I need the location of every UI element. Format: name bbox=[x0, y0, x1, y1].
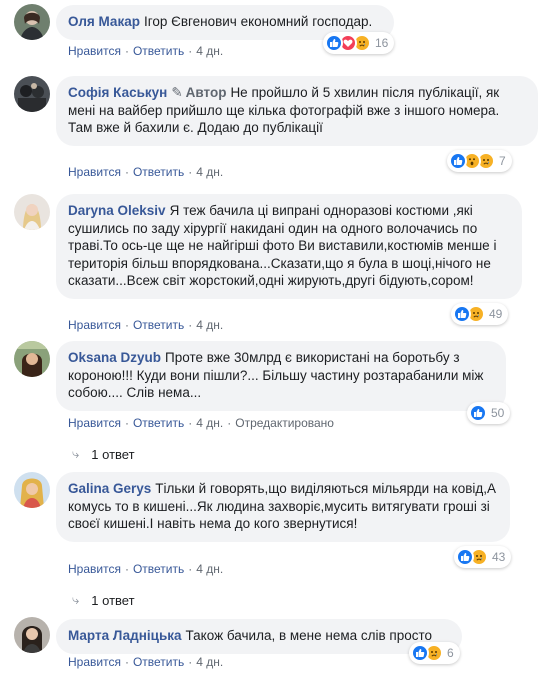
comment-text: Також бачила, в мене нема слів просто bbox=[185, 628, 433, 643]
author-name[interactable]: Марта Ладніцька bbox=[68, 628, 182, 643]
replies-count[interactable]: 1 ответ bbox=[91, 593, 134, 608]
pencil-icon: ✎ bbox=[171, 85, 183, 100]
comment-bubble: Марта Ладніцька Також бачила, в мене нема… bbox=[56, 619, 462, 654]
comment-actions: Нравится · Ответить · 4 дн. · Отредактировано bbox=[68, 416, 334, 430]
reaction-count: 49 bbox=[489, 307, 503, 321]
comment-actions: Нравится · Ответить · 4 дн. bbox=[68, 44, 224, 58]
like-link[interactable]: Нравится bbox=[68, 655, 121, 669]
comment-actions: Нравится · Ответить · 4 дн. bbox=[68, 655, 224, 669]
reply-arrow-icon: ⤷ bbox=[72, 446, 80, 461]
author-name[interactable]: Daryna Oleksiv bbox=[68, 203, 166, 218]
like-link[interactable]: Нравится bbox=[68, 165, 121, 179]
timestamp[interactable]: 4 дн. bbox=[196, 44, 223, 58]
author-badge-label: Автор bbox=[185, 85, 227, 100]
reply-link[interactable]: Ответить bbox=[133, 165, 184, 179]
avatar[interactable] bbox=[14, 4, 50, 40]
reactions-summary[interactable]: 43 bbox=[454, 546, 512, 568]
comment-text: Ігор Євгенович економний господар. bbox=[143, 14, 373, 29]
like-reaction-icon bbox=[456, 548, 474, 566]
reactions-summary[interactable]: 49 bbox=[451, 303, 509, 325]
comment-bubble: Galina Gerys Тільки й говорять,що виділяю… bbox=[56, 472, 510, 542]
reactions-summary[interactable]: 6 bbox=[409, 642, 460, 664]
reply-link[interactable]: Ответить bbox=[133, 416, 184, 430]
avatar[interactable] bbox=[14, 472, 50, 508]
reaction-count: 6 bbox=[447, 646, 454, 660]
like-reaction-icon bbox=[449, 152, 467, 170]
comment-bubble: Софія Каськун ✎ Автор Не пройшло й 5 хвилин… bbox=[56, 76, 538, 146]
edited-label[interactable]: Отредактировано bbox=[235, 416, 334, 430]
reply-link[interactable]: Ответить bbox=[133, 318, 184, 332]
like-link[interactable]: Нравится bbox=[68, 562, 121, 576]
avatar[interactable] bbox=[14, 341, 50, 377]
replies-count[interactable]: 1 ответ bbox=[91, 447, 134, 462]
reply-arrow-icon: ⤷ bbox=[72, 592, 80, 607]
reaction-count: 43 bbox=[492, 550, 506, 564]
reply-link[interactable]: Ответить bbox=[133, 44, 184, 58]
comment-actions: Нравится · Ответить · 4 дн. bbox=[68, 318, 224, 332]
author-name[interactable]: Оля Макар bbox=[68, 14, 140, 29]
reactions-summary[interactable]: 50 bbox=[467, 402, 511, 424]
author-name[interactable]: Oksana Dzyub bbox=[68, 350, 161, 365]
timestamp[interactable]: 4 дн. bbox=[196, 165, 223, 179]
like-link[interactable]: Нравится bbox=[68, 318, 121, 332]
view-replies-link[interactable]: ⤷ 1 ответ bbox=[72, 592, 135, 608]
avatar[interactable] bbox=[14, 76, 50, 112]
reactions-summary[interactable]: 16 bbox=[323, 32, 395, 54]
author-name[interactable]: Софія Каськун bbox=[68, 85, 167, 100]
comment-bubble: Daryna Oleksiv Я теж бачила ці випрані од… bbox=[56, 194, 522, 299]
timestamp[interactable]: 4 дн. bbox=[196, 562, 223, 576]
reaction-count: 7 bbox=[499, 154, 506, 168]
like-link[interactable]: Нравится bbox=[68, 416, 121, 430]
comment-actions: Нравится · Ответить · 4 дн. bbox=[68, 562, 224, 576]
reaction-count: 50 bbox=[491, 406, 505, 420]
reply-link[interactable]: Ответить bbox=[133, 655, 184, 669]
avatar[interactable] bbox=[14, 617, 50, 653]
like-reaction-icon bbox=[325, 34, 343, 52]
comments-feed: Оля Макар Ігор Євгенович економний господ… bbox=[0, 0, 550, 677]
avatar[interactable] bbox=[14, 194, 50, 230]
timestamp[interactable]: 4 дн. bbox=[196, 416, 223, 430]
reactions-summary[interactable]: 7 bbox=[447, 150, 512, 172]
timestamp[interactable]: 4 дн. bbox=[196, 318, 223, 332]
reply-link[interactable]: Ответить bbox=[133, 562, 184, 576]
like-reaction-icon bbox=[411, 644, 429, 662]
timestamp[interactable]: 4 дн. bbox=[196, 655, 223, 669]
comment-bubble: Oksana Dzyub Проте вже 30млрд є використа… bbox=[56, 341, 506, 411]
comment-actions: Нравится · Ответить · 4 дн. bbox=[68, 165, 224, 179]
like-reaction-icon bbox=[453, 305, 471, 323]
author-badge: ✎ Автор bbox=[171, 85, 226, 100]
like-link[interactable]: Нравится bbox=[68, 44, 121, 58]
reaction-count: 16 bbox=[375, 36, 389, 50]
view-replies-link[interactable]: ⤷ 1 ответ bbox=[72, 446, 135, 462]
author-name[interactable]: Galina Gerys bbox=[68, 481, 151, 496]
like-reaction-icon bbox=[469, 404, 487, 422]
